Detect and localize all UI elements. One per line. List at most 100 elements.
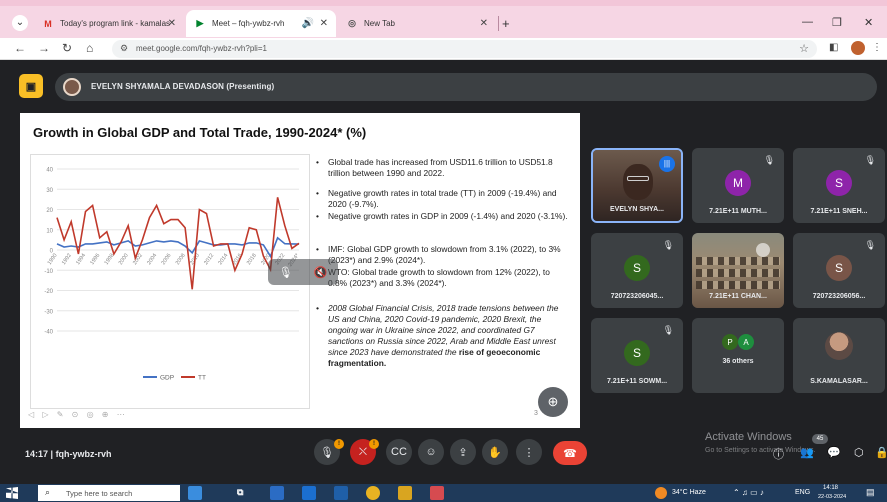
meeting-code: fqh-ywbz-rvh (55, 449, 112, 459)
meeting-time: 14:17 (25, 449, 49, 459)
x-tick-label: 2018 (246, 253, 258, 266)
url-text: meet.google.com/fqh-ywbz-rvh?pli=1 (136, 44, 267, 53)
participant-avatar: A (738, 334, 754, 350)
more-menu-icon[interactable]: ⋮ (872, 42, 882, 53)
bullet-item: Global trade has increased from USD11.6 … (314, 157, 570, 179)
participant-name: 7.21E+11 CHAN... (709, 293, 767, 300)
notification-icon[interactable]: ▤ (866, 487, 875, 498)
file-explorer-icon[interactable] (398, 486, 412, 500)
others-tile[interactable]: P A 36 others (692, 318, 784, 393)
profile-avatar[interactable] (851, 41, 865, 55)
weather-text: 34°C Haze (672, 489, 706, 496)
mic-muted-icon: 🎙 (763, 155, 775, 165)
tab-meet[interactable]: ▶ Meet – fqh-ywbz-rvh 🔊 ✕ (186, 10, 336, 37)
x-tick-label: 1994 (75, 253, 87, 266)
leave-call-button[interactable]: ☎ (553, 441, 587, 465)
participant-tile[interactable]: 🎙 S 7.21E+11 SOWM... (591, 318, 683, 393)
participant-tile[interactable]: 🎙 S 720723206056... (793, 233, 885, 308)
taskbar-search[interactable]: ⌕ Type here to search (38, 485, 180, 501)
mic-off-icon[interactable]: 🎙 (279, 266, 293, 279)
tab-label: New Tab (364, 19, 395, 28)
windows-start-icon[interactable] (6, 487, 18, 499)
others-avatars: P A (722, 334, 756, 350)
y-tick-label: -20 (44, 289, 53, 295)
people-icon[interactable]: 👥 (800, 446, 814, 459)
zoom-button[interactable]: ⊕ (538, 387, 568, 417)
audio-icon[interactable]: 🔊 (302, 18, 314, 29)
clock-time[interactable]: 14:18 (823, 485, 838, 491)
weather-widget-icon[interactable] (188, 486, 202, 500)
participant-tile[interactable]: 7.21E+11 CHAN... (692, 233, 784, 308)
chrome-profile-taskbar-icon[interactable] (430, 486, 444, 500)
participant-tile[interactable]: S.KAMALASAR... (793, 318, 885, 393)
y-tick-label: 10 (46, 228, 53, 234)
y-tick-label: 40 (46, 168, 53, 174)
tab-search-icon[interactable]: ⌄ (12, 15, 28, 31)
weather-icon[interactable] (655, 487, 667, 499)
word-app-icon[interactable] (334, 486, 348, 500)
new-tab-button[interactable]: + (502, 16, 510, 31)
clock-date[interactable]: 22-03-2024 (818, 494, 846, 500)
bookmark-star-icon[interactable]: ☆ (799, 42, 809, 55)
maximize-icon[interactable]: ❐ (832, 16, 842, 29)
close-icon[interactable]: ✕ (168, 18, 176, 29)
raise-hand-button[interactable]: ✋ (482, 439, 508, 465)
mail-app-icon[interactable] (270, 486, 284, 500)
bullet-item: 2008 Global Financial Crisis, 2018 trade… (314, 303, 570, 369)
participant-tile[interactable]: 🎙 S 720723206045... (591, 233, 683, 308)
task-view-icon[interactable]: ⧉ (237, 487, 243, 498)
chat-icon[interactable]: 💬 (827, 446, 841, 459)
pin-icon[interactable] (756, 243, 770, 257)
x-tick-label: 1996 (89, 253, 101, 266)
camera-warning-badge: ! (369, 439, 379, 449)
url-field[interactable]: ⚙ meet.google.com/fqh-ywbz-rvh?pli=1 ☆ (112, 40, 817, 58)
participant-name: 7.21E+11 SOWM... (606, 378, 668, 385)
address-bar: ← → ↻ ⌂ ⚙ meet.google.com/fqh-ywbz-rvh?p… (0, 38, 887, 60)
zoom-app-icon[interactable] (302, 486, 316, 500)
language-indicator[interactable]: ENG (795, 489, 810, 496)
captions-button[interactable]: CC (386, 439, 412, 465)
site-info-icon[interactable]: ⚙ (120, 43, 128, 54)
side-panel-icon[interactable]: ◧ (829, 42, 838, 53)
tab-gmail[interactable]: M Today's program link - kamalas ✕ (34, 10, 184, 37)
presentation-icon[interactable]: ▣ (19, 74, 43, 98)
y-tick-label: -40 (44, 330, 53, 336)
info-icon[interactable]: ⓘ (773, 446, 784, 462)
close-icon[interactable]: ✕ (480, 18, 488, 29)
volume-off-icon[interactable]: 🔇 (314, 266, 328, 279)
muted-controls-overlay[interactable]: 🎙 🔇 (268, 259, 338, 285)
forward-icon[interactable]: → (38, 41, 50, 55)
present-button[interactable]: ⇪ (450, 439, 476, 465)
legend-label: GDP (160, 375, 174, 382)
x-tick-label: 2004 (146, 253, 158, 266)
participant-name: S.KAMALASAR... (810, 378, 868, 385)
tray-icons[interactable]: ⌃ ♫ ▭ ♪ (733, 488, 764, 497)
participant-tile[interactable]: 🎙 S 7.21E+11 SNEH... (793, 148, 885, 223)
bullet-item: Negative growth rates in GDP in 2009 (-1… (314, 211, 570, 222)
camera-off-icon: ⛌ (358, 445, 368, 458)
activities-icon[interactable]: ⬡ (854, 446, 864, 459)
y-tick-label: 30 (46, 188, 53, 194)
meet-icon: ▶ (196, 18, 204, 28)
x-tick-label: 2006 (161, 253, 173, 266)
window-close-icon[interactable]: ✕ (864, 16, 873, 29)
tab-label: Meet – fqh-ywbz-rvh (212, 19, 285, 28)
mic-muted-icon: 🎙 (864, 155, 876, 165)
screen: ⌄ M Today's program link - kamalas ✕ ▶ M… (0, 0, 887, 502)
minimize-icon[interactable]: — (802, 16, 813, 28)
tab-new-tab[interactable]: ◎ New Tab ✕ (338, 10, 496, 37)
participant-tile[interactable]: ||| EVELYN SHYA... (591, 148, 683, 223)
x-tick-label: 2012 (203, 253, 215, 266)
more-options-button[interactable]: ⋮ (516, 439, 542, 465)
meeting-time-and-code: 14:17 | fqh-ywbz-rvh (25, 449, 112, 459)
chrome-taskbar-icon[interactable] (366, 486, 380, 500)
emoji-button[interactable]: ☺ (418, 439, 444, 465)
close-icon[interactable]: ✕ (320, 18, 328, 29)
home-icon[interactable]: ⌂ (86, 41, 93, 55)
reload-icon[interactable]: ↻ (62, 41, 72, 55)
participant-tile[interactable]: 🎙 M 7.21E+11 MUTH... (692, 148, 784, 223)
back-icon[interactable]: ← (14, 41, 26, 55)
mic-muted-icon: 🎙 (662, 240, 674, 250)
host-controls-icon[interactable]: 🔒 (875, 446, 887, 459)
bullet-item: IMF: Global GDP growth to slowdown from … (314, 244, 570, 266)
